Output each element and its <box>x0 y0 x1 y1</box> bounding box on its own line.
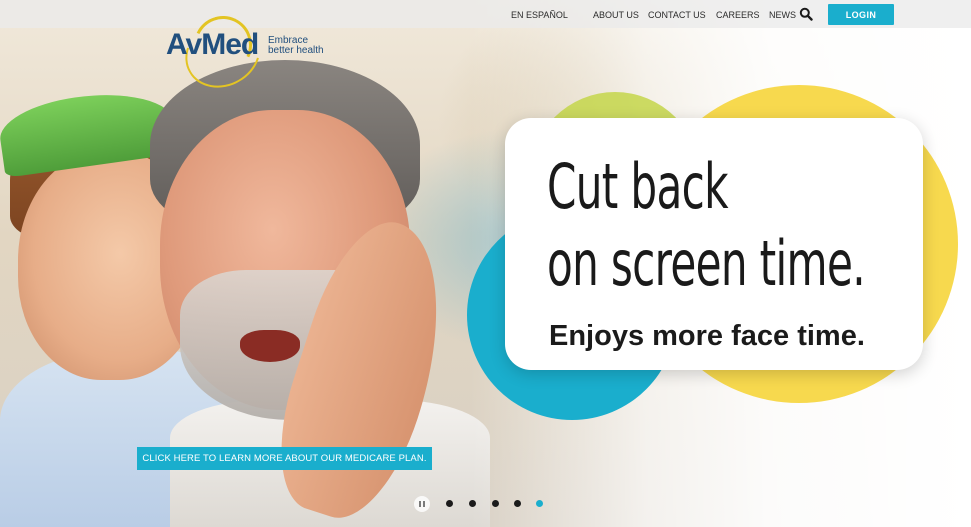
nav-link-news[interactable]: NEWS <box>769 10 796 20</box>
nav-link-contact-us[interactable]: CONTACT US <box>648 10 706 20</box>
top-nav-bar <box>0 0 971 28</box>
nav-link-espanol[interactable]: EN ESPAÑOL <box>511 10 568 20</box>
carousel-dot-4[interactable] <box>514 500 521 507</box>
nav-link-careers[interactable]: CAREERS <box>716 10 760 20</box>
hero-quote-card: Cut back on screen time. Enjoys more fac… <box>505 118 923 370</box>
nav-link-about-us[interactable]: ABOUT US <box>593 10 639 20</box>
pause-icon[interactable] <box>414 496 430 512</box>
photo-man-mouth <box>240 330 300 362</box>
home-page: Cut back on screen time. Enjoys more fac… <box>0 0 971 527</box>
logo-tagline-line2: better health <box>268 45 324 56</box>
carousel-dots <box>414 496 554 512</box>
carousel-dot-2[interactable] <box>469 500 476 507</box>
carousel-dot-5[interactable] <box>536 500 543 507</box>
hero-headline-line1: Cut back <box>547 150 729 223</box>
hero-headline-line2: on screen time. <box>547 227 866 300</box>
logo-tagline: Embrace better health <box>268 36 358 56</box>
login-button[interactable]: LOGIN <box>828 4 894 25</box>
medicare-plan-cta-button[interactable]: CLICK HERE TO LEARN MORE ABOUT OUR MEDIC… <box>137 447 432 470</box>
avmed-logo[interactable]: AvMed Embrace better health <box>166 4 358 102</box>
carousel-dot-3[interactable] <box>492 500 499 507</box>
carousel-dot-1[interactable] <box>446 500 453 507</box>
logo-wordmark: AvMed <box>166 28 259 61</box>
hero-subline: Enjoys more face time. <box>549 320 865 352</box>
search-icon[interactable] <box>799 7 813 21</box>
